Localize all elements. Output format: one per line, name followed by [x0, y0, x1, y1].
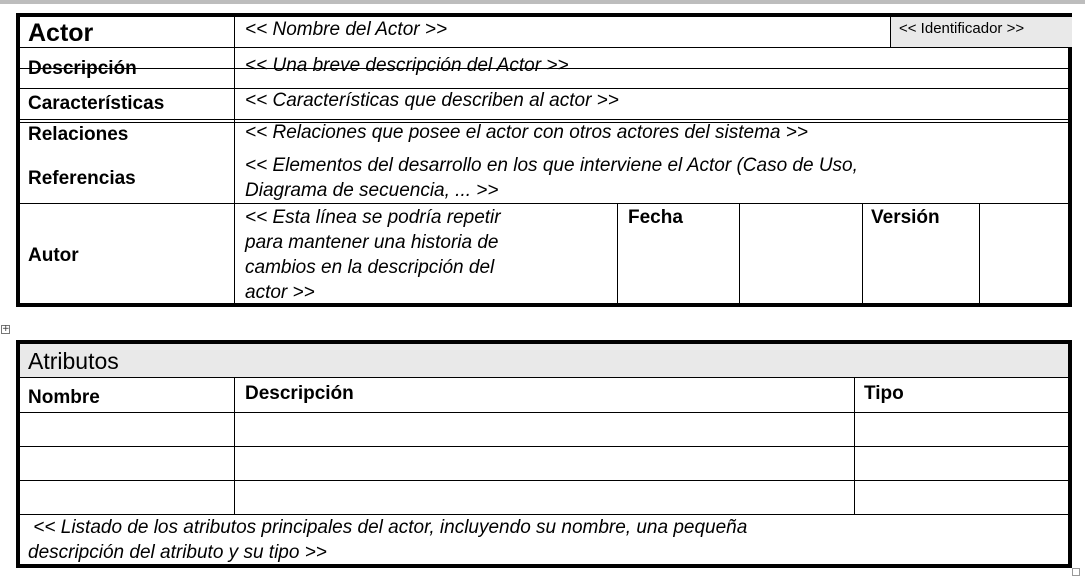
table-row[interactable]: [20, 413, 1068, 446]
version-value-cell: [980, 204, 1068, 303]
characteristics-label: Características: [28, 93, 165, 114]
attributes-title-cell: [20, 344, 1068, 377]
column-header-type: Tipo: [864, 383, 904, 404]
column-header-name: Nombre: [28, 387, 100, 408]
relations-label: Relaciones: [28, 124, 129, 145]
attributes-title: Atributos: [28, 348, 119, 374]
author-label: Autor: [28, 245, 79, 266]
characteristics-value: << Características que describen al acto…: [245, 90, 619, 111]
author-note-line: actor >>: [245, 282, 315, 303]
column-header-description: Descripción: [245, 383, 354, 404]
attributes-footer-line2: descripción del atributo y su tipo >>: [28, 542, 327, 563]
table-row[interactable]: [20, 447, 1068, 480]
actor-table: Actor << Nombre del Actor >> << Identifi…: [16, 13, 1072, 307]
identifier-placeholder: << Identificador >>: [899, 20, 1025, 37]
relations-value: << Relaciones que posee el actor con otr…: [245, 122, 808, 143]
attributes-footer-line1: << Listado de los atributos principales …: [28, 517, 748, 538]
date-label: Fecha: [628, 207, 683, 228]
table-move-icon[interactable]: +: [1, 325, 10, 334]
author-note-line: para mantener una historia de: [245, 232, 499, 253]
references-label: Referencias: [28, 168, 136, 189]
description-value: << Una breve descripción del Actor >>: [245, 55, 569, 76]
actor-name-placeholder: << Nombre del Actor >>: [245, 19, 448, 40]
attributes-table: Atributos Nombre Descripción Tipo << Lis…: [16, 340, 1072, 568]
actor-label: Actor: [28, 19, 94, 47]
references-value-line2: Diagrama de secuencia, ... >>: [245, 180, 499, 201]
table-resize-handle[interactable]: [1072, 568, 1080, 576]
version-label: Versión: [871, 207, 940, 228]
ruler-line: [0, 0, 1085, 4]
date-value-cell: [740, 204, 862, 303]
author-note-line: << Esta línea se podría repetir: [245, 207, 501, 228]
table-row[interactable]: [20, 481, 1068, 514]
references-value-line1: << Elementos del desarrollo en los que i…: [245, 155, 858, 176]
author-note-line: cambios en la descripción del: [245, 257, 495, 278]
description-label: Descripción: [28, 58, 137, 79]
